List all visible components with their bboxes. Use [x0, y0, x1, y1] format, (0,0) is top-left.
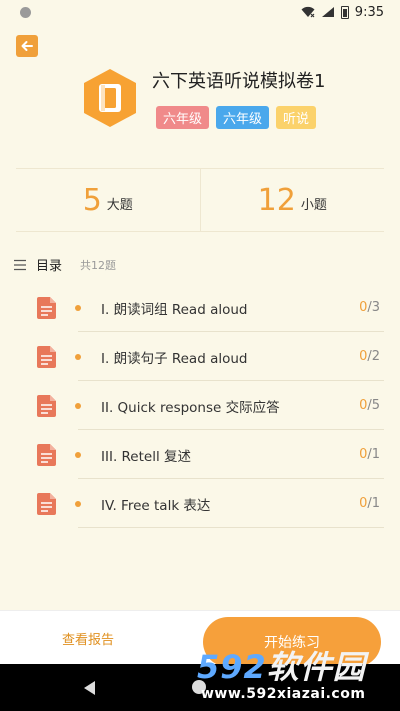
- wifi-icon: [301, 6, 315, 18]
- view-report-button[interactable]: 查看报告: [62, 629, 114, 648]
- toc-list: I. 朗读词组 Read aloud 0/3 I. 朗读句子 Read alou…: [0, 283, 400, 528]
- bullet-dot: [75, 402, 81, 409]
- notification-dot-icon: [20, 6, 31, 18]
- stat-questions: 12 小题: [199, 169, 385, 231]
- battery-icon: [340, 5, 349, 19]
- stats-panel: 5 大题 12 小题: [16, 168, 384, 232]
- toc-item-label: I. 朗读句子 Read aloud: [101, 350, 248, 367]
- toc-title: 目录: [36, 259, 63, 274]
- document-icon: [37, 443, 56, 466]
- stat-questions-label: 小题: [300, 197, 327, 213]
- tag-grade: 六年级: [156, 106, 210, 129]
- status-bar: 9:35: [0, 0, 400, 24]
- page-title: 六下英语听说模拟卷1: [152, 71, 326, 92]
- toc-header: 目录 共12题: [14, 255, 116, 274]
- document-icon: [37, 345, 56, 368]
- toc-item[interactable]: IV. Free talk 表达 0/1: [0, 479, 400, 528]
- stat-sections-number: 5: [82, 182, 102, 218]
- stat-questions-number: 12: [257, 182, 296, 218]
- status-time: 9:35: [354, 4, 384, 20]
- toc-item-progress: 0/2: [359, 349, 380, 364]
- bullet-dot: [75, 451, 81, 458]
- tag-type: 听说: [276, 106, 317, 129]
- toc-item-label: III. Retell 复述: [101, 448, 191, 465]
- watermark-url: www.592xiazai.com: [201, 686, 366, 702]
- toc-item-label: I. 朗读词组 Read aloud: [101, 301, 248, 318]
- toc-item-progress: 0/3: [359, 300, 380, 315]
- bullet-dot: [75, 304, 81, 311]
- toc-item-label: IV. Free talk 表达: [101, 497, 211, 514]
- book-hexagon-icon: [84, 69, 136, 127]
- watermark: 592软件园 www.592xiazai.com: [195, 642, 395, 708]
- nav-back-icon[interactable]: [84, 681, 95, 695]
- tag-list: 六年级 六年级 听说: [156, 106, 317, 129]
- toc-item-progress: 0/5: [359, 398, 380, 413]
- toc-item[interactable]: II. Quick response 交际应答 0/5: [0, 381, 400, 430]
- arrow-left-icon: [21, 41, 33, 51]
- document-icon: [37, 492, 56, 515]
- toc-item-progress: 0/1: [359, 496, 380, 511]
- stat-sections: 5 大题: [16, 169, 200, 231]
- toc-item[interactable]: III. Retell 复述 0/1: [0, 430, 400, 479]
- back-button[interactable]: [16, 35, 38, 57]
- toc-item[interactable]: I. 朗读句子 Read aloud 0/2: [0, 332, 400, 381]
- signal-icon: [321, 7, 334, 17]
- toc-count: 共12题: [80, 258, 117, 272]
- document-icon: [37, 394, 56, 417]
- bullet-dot: [75, 500, 81, 507]
- toc-item-progress: 0/1: [359, 447, 380, 462]
- bullet-dot: [75, 353, 81, 360]
- list-icon: [14, 259, 26, 270]
- watermark-brand: 592软件园: [197, 648, 366, 686]
- stat-sections-label: 大题: [106, 197, 133, 213]
- toc-item-label: II. Quick response 交际应答: [101, 399, 280, 416]
- tag-grade-secondary: 六年级: [216, 106, 270, 129]
- toc-item[interactable]: I. 朗读词组 Read aloud 0/3: [0, 283, 400, 332]
- status-right: 9:35: [301, 5, 384, 20]
- document-icon: [37, 296, 56, 319]
